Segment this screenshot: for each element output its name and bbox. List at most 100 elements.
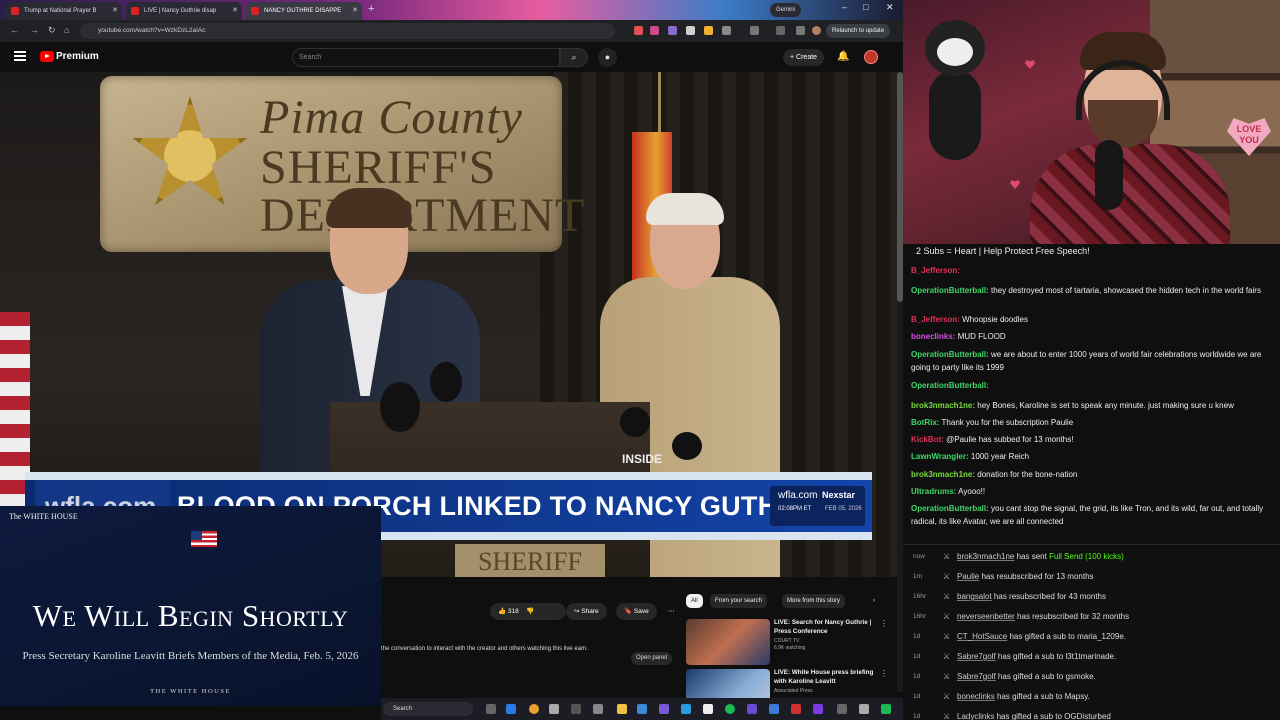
event-username[interactable]: Paulie xyxy=(957,572,979,581)
download-icon[interactable] xyxy=(776,26,785,35)
event-username[interactable]: brok3nmach1ne xyxy=(957,552,1014,561)
tab-close-icon[interactable]: ✕ xyxy=(352,2,358,20)
chat-username[interactable]: bonecIinks: xyxy=(911,332,955,341)
mic-icon[interactable]: ● xyxy=(598,48,617,67)
tab-guthrie-live[interactable]: LIVE | Nancy Guthrie disap ✕ xyxy=(126,2,242,20)
recommendation-item[interactable]: LIVE: Search for Nancy Guthrie | Press C… xyxy=(686,619,888,665)
extension-icon[interactable] xyxy=(650,26,659,35)
extension-icon[interactable] xyxy=(668,26,677,35)
white-house-logo: The WHITE HOUSE xyxy=(9,512,78,521)
app-icon[interactable] xyxy=(549,704,559,714)
extension-icon[interactable] xyxy=(722,26,731,35)
event-username[interactable]: boneclinks xyxy=(957,692,995,701)
video-title[interactable]: LIVE: Search for Nancy Guthrie | Press C… xyxy=(774,619,879,636)
chat-username[interactable]: OperationButterball: xyxy=(911,286,989,295)
chat-username[interactable]: B_Jefferson: xyxy=(911,315,960,324)
video-player[interactable]: Pima County SHERIFF'S DEPARTMENT INSIDE xyxy=(0,72,897,577)
app-icon[interactable] xyxy=(659,704,669,714)
maximize-button[interactable]: □ xyxy=(863,2,868,12)
extension-icon[interactable] xyxy=(634,26,643,35)
more-vert-icon[interactable]: ⋮ xyxy=(880,669,888,678)
tab-close-icon[interactable]: ✕ xyxy=(232,2,238,20)
extension-icon[interactable] xyxy=(704,26,713,35)
event-extra: Mapsy. xyxy=(1064,692,1090,701)
event-username[interactable]: neverseenbetter xyxy=(957,612,1015,621)
app-icon[interactable] xyxy=(637,704,647,714)
app-icon[interactable] xyxy=(593,704,603,714)
search-input[interactable]: Search xyxy=(292,48,560,67)
chevron-right-icon[interactable]: › xyxy=(868,594,880,608)
chrome-icon[interactable] xyxy=(529,704,539,714)
chat-username[interactable]: brok3nmach1ne: xyxy=(911,470,975,479)
chat-username[interactable]: Ultradrums: xyxy=(911,487,956,496)
create-button[interactable]: + Create xyxy=(783,49,825,66)
minimize-button[interactable]: – xyxy=(842,2,847,12)
extensions-puzzle-icon[interactable] xyxy=(796,26,805,35)
like-dislike-button[interactable]: 👍 318 👎 xyxy=(490,603,566,620)
spotify-icon[interactable] xyxy=(725,704,735,714)
video-title[interactable]: LIVE: White House press briefing with Ka… xyxy=(774,669,879,686)
desktop-screen: Trump at National Prayer B ✕ LIVE | Nancy… xyxy=(0,0,1280,720)
bell-icon[interactable]: 🔔 xyxy=(837,51,849,62)
event-time: 1d xyxy=(913,693,921,700)
event-username[interactable]: Sabre7golf xyxy=(957,672,996,681)
gemini-button[interactable]: Gemini xyxy=(770,3,802,17)
chip-from-search[interactable]: From your search xyxy=(710,594,768,608)
app-icon[interactable] xyxy=(837,704,847,714)
chat-username[interactable]: brok3nmach1ne: xyxy=(911,401,975,410)
chat-text: @Paulie has subbed for 13 months! xyxy=(946,435,1074,444)
menu-icon[interactable] xyxy=(14,51,26,61)
chat-username[interactable]: KickBot: xyxy=(911,435,944,444)
chip-all[interactable]: All xyxy=(686,594,703,608)
app-icon[interactable] xyxy=(881,704,891,714)
app-icon[interactable] xyxy=(859,704,869,714)
sidebar-icon[interactable] xyxy=(750,26,759,35)
chat-username[interactable]: OperationButterball: xyxy=(911,381,989,390)
relaunch-button[interactable]: Relaunch to update xyxy=(826,24,891,38)
extension-icon[interactable] xyxy=(686,26,695,35)
open-panel-button[interactable]: Open panel xyxy=(631,652,673,665)
new-tab-button[interactable]: + xyxy=(368,3,374,15)
video-thumbnail[interactable] xyxy=(686,619,770,665)
reload-icon[interactable]: ↻ xyxy=(48,25,56,36)
chip-more-story[interactable]: More from this story xyxy=(782,594,846,608)
forward-icon[interactable]: → xyxy=(30,25,39,35)
chat-username[interactable]: LawnWrangler: xyxy=(911,452,969,461)
chat-username[interactable]: OperationButterball: xyxy=(911,504,989,513)
share-button[interactable]: ↪ Share xyxy=(566,603,607,620)
chat-message: KickBot: @Paulie has subbed for 13 month… xyxy=(911,433,1273,446)
tab-close-icon[interactable]: ✕ xyxy=(112,2,118,20)
tab-guthrie-active[interactable]: NANCY GUTHRIE DISAPPE ✕ xyxy=(246,2,362,20)
avatar[interactable] xyxy=(864,50,878,64)
more-actions-button[interactable]: ⋯ xyxy=(660,603,683,620)
app-icon[interactable] xyxy=(769,704,779,714)
youtube-logo-icon[interactable] xyxy=(40,51,54,62)
profile-avatar-icon[interactable] xyxy=(812,26,821,35)
more-vert-icon[interactable]: ⋮ xyxy=(880,619,888,628)
home-icon[interactable]: ⌂ xyxy=(64,25,69,35)
chat-username[interactable]: BotRix: xyxy=(911,418,939,427)
app-icon[interactable] xyxy=(813,704,823,714)
app-icon[interactable] xyxy=(571,704,581,714)
event-username[interactable]: Sabre7golf xyxy=(957,652,996,661)
chat-username[interactable]: B_Jefferson: xyxy=(911,266,960,275)
event-username[interactable]: CT_HotSauce xyxy=(957,632,1007,641)
chat-username[interactable]: OperationButterball: xyxy=(911,350,989,359)
event-username[interactable]: bangsalot xyxy=(957,592,992,601)
premium-label[interactable]: Premium xyxy=(56,51,99,62)
save-button[interactable]: 🔖 Save xyxy=(616,603,657,620)
taskbar-search[interactable]: Search xyxy=(383,702,473,716)
task-view-icon[interactable] xyxy=(486,704,496,714)
url-bar[interactable]: youtube.com/watch?v=WzkDzL2aIAc xyxy=(80,23,615,39)
app-icon[interactable] xyxy=(791,704,801,714)
tab-prayer-breakfast[interactable]: Trump at National Prayer B ✕ xyxy=(6,2,122,20)
event-username[interactable]: Ladyclinks xyxy=(957,712,994,720)
close-window-button[interactable]: ✕ xyxy=(886,2,894,13)
search-icon[interactable]: ⌕ xyxy=(560,48,588,67)
app-icon[interactable] xyxy=(747,704,757,714)
folder-icon[interactable] xyxy=(617,704,627,714)
app-icon[interactable] xyxy=(703,704,713,714)
back-icon[interactable]: ← xyxy=(10,25,19,35)
edge-icon[interactable] xyxy=(506,704,516,714)
app-icon[interactable] xyxy=(681,704,691,714)
